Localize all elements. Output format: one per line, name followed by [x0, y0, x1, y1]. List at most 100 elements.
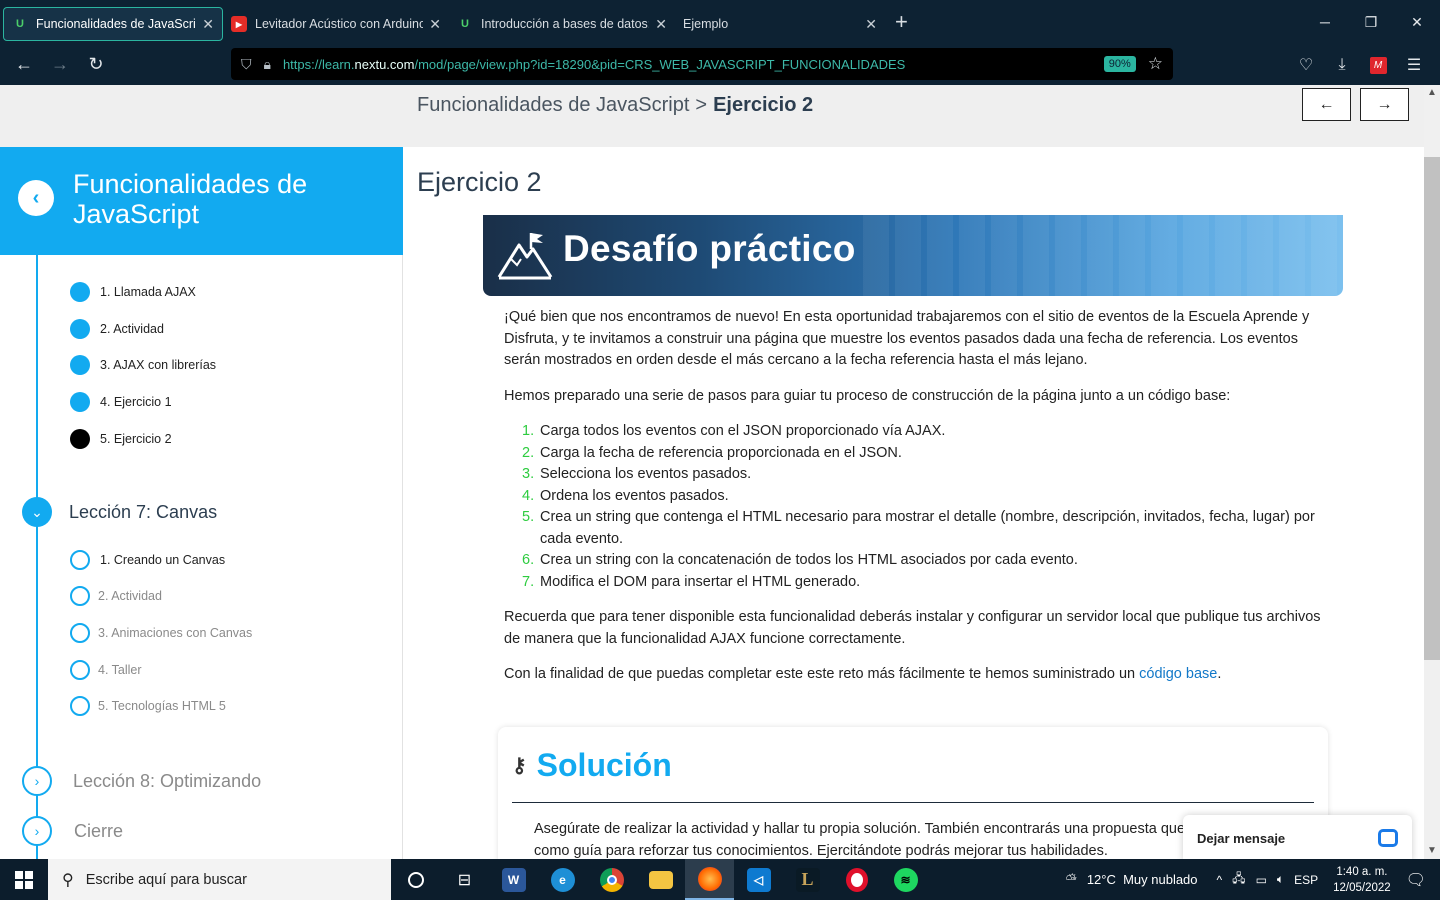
clock[interactable]: 1:40 a. m. 12/05/2022 [1333, 864, 1391, 896]
zoom-badge[interactable]: 90% [1103, 56, 1136, 72]
reload-icon[interactable]: ↻ [78, 54, 114, 75]
breadcrumb-course[interactable]: Funcionalidades de JavaScript [417, 94, 689, 116]
web-page: Funcionalidades de JavaScript > Ejercicio … [0, 85, 1440, 859]
volume-icon[interactable]: 🔈︎ [1277, 872, 1284, 887]
notification-icon[interactable]: 🗨︎ [1406, 870, 1426, 890]
tab-bases-de-datos[interactable]: U Introducción a bases de datos: F ✕ [449, 7, 675, 41]
chevron-down-icon: ⌄ [22, 497, 52, 527]
pending-dot-icon [70, 586, 90, 606]
sidebar-item-actividad[interactable]: 2. Actividad [70, 319, 164, 339]
firefox-icon[interactable] [685, 859, 734, 900]
download-icon[interactable]: ⤓ [1324, 56, 1360, 74]
minimize-icon[interactable]: ─ [1302, 14, 1348, 30]
close-icon[interactable]: ✕ [202, 16, 214, 33]
pending-dot-icon [70, 623, 90, 643]
extension-icon[interactable]: M [1360, 55, 1396, 74]
browser-navbar: ← → ↻ ⛉ 🔒︎ https://learn.nextu.com/mod/p… [0, 44, 1440, 85]
scroll-down-icon[interactable]: ▼ [1424, 845, 1440, 856]
sidebar-item-ejercicio-2[interactable]: 5. Ejercicio 2 [70, 429, 172, 449]
solution-text: Asegúrate de realizar la actividad y hal… [534, 821, 1273, 859]
toolbar-icons: ♡ ⤓ M ☰ [1288, 44, 1432, 85]
sidebar-item-label: 3. AJAX con librerías [100, 358, 217, 372]
scroll-up-icon[interactable]: ▲ [1424, 87, 1440, 98]
word-icon[interactable]: W [489, 859, 538, 900]
solution-title: Solución [536, 747, 672, 783]
chevron-up-icon[interactable]: ^ [1217, 873, 1223, 887]
sidebar-item-llamada-ajax[interactable]: 1. Llamada AJAX [70, 282, 196, 302]
cortana-icon[interactable] [391, 859, 440, 900]
sidebar-item-label: 1. Creando un Canvas [100, 553, 226, 567]
u-icon: U [461, 18, 469, 30]
sidebar-item-animaciones[interactable]: 3. Animaciones con Canvas [70, 623, 252, 643]
scrollbar-thumb[interactable] [1424, 157, 1440, 660]
chat-widget[interactable]: Dejar mensaje [1183, 815, 1412, 859]
weather-text[interactable]: 12°C Muy nublado [1087, 872, 1198, 887]
steps-intro: Hemos preparado una serie de pasos para … [504, 387, 1231, 404]
divider [512, 802, 1314, 803]
chrome-icon[interactable] [587, 859, 636, 900]
tab-ejemplo[interactable]: Ejemplo ✕ [675, 7, 885, 41]
vscode-icon[interactable]: ◁ [734, 859, 783, 900]
lesson-7-header[interactable]: ⌄ Lección 7: Canvas [22, 497, 217, 527]
list-item: 2. Carga la fecha de referencia proporcio… [522, 444, 902, 461]
taskbar-search[interactable]: ⚲ Escribe aquí para buscar [48, 859, 391, 900]
reminder-paragraph: Recuerda que para tener disponible esta … [504, 609, 1321, 647]
shield-icon[interactable]: ⛉ [241, 56, 252, 73]
base-code-paragraph: Con la finalidad de que puedas completar… [504, 666, 1222, 682]
closing-header[interactable]: › Cierre [22, 816, 123, 846]
restore-icon[interactable]: ❐ [1348, 14, 1394, 31]
file-explorer-icon[interactable] [636, 859, 685, 900]
completed-dot-icon [70, 319, 90, 339]
close-icon[interactable]: ✕ [429, 16, 441, 33]
language-indicator[interactable]: ESP [1294, 873, 1318, 887]
edge-icon[interactable]: e [538, 859, 587, 900]
lesson-8-header[interactable]: › Lección 8: Optimizando [22, 766, 261, 796]
solution-header[interactable]: ⚷ Solución [512, 747, 672, 784]
url-text[interactable]: https://learn.nextu.com/mod/page/view.ph… [283, 57, 1104, 72]
sidebar-item-ajax-librerias[interactable]: 3. AJAX con librerías [70, 355, 216, 375]
list-item: 5. Crea un string que contenga el HTML ne… [522, 509, 1315, 547]
chevron-right-icon: › [22, 766, 52, 796]
address-bar[interactable]: ⛉ 🔒︎ https://learn.nextu.com/mod/page/vi… [231, 48, 1173, 80]
weather-cloud-icon[interactable]: ⛅︎ [1066, 871, 1077, 888]
base-code-link[interactable]: código base [1139, 666, 1217, 682]
league-icon[interactable]: L [783, 859, 832, 900]
tab-levitador[interactable]: ▶ Levitador Acústico con Arduino ✕ [223, 7, 449, 41]
tab-funcionalidades[interactable]: U Funcionalidades de JavaScript | N ✕ [3, 7, 223, 41]
opera-icon[interactable] [832, 859, 881, 900]
close-icon[interactable]: ✕ [655, 16, 667, 33]
spotify-icon[interactable]: ≋ [881, 859, 930, 900]
pocket-icon[interactable]: ♡ [1288, 55, 1324, 75]
sidebar-item-actividad-canvas[interactable]: 2. Actividad [70, 586, 162, 606]
sidebar-item-html5[interactable]: 5. Tecnologías HTML 5 [70, 696, 226, 716]
pending-dot-icon [70, 550, 90, 570]
close-icon[interactable]: ✕ [865, 16, 877, 33]
keyboard-background [863, 215, 1343, 296]
sidebar-item-ejercicio-1[interactable]: 4. Ejercicio 1 [70, 392, 172, 412]
breadcrumb-separator: > [695, 94, 708, 116]
intro-paragraph: ¡Qué bien que nos encontramos de nuevo! … [504, 309, 1310, 368]
back-icon[interactable]: ← [6, 54, 42, 75]
display-icon[interactable]: ▭ [1256, 873, 1267, 887]
forward-icon[interactable]: → [42, 54, 78, 75]
chevron-left-icon[interactable]: ‹ [18, 180, 54, 216]
task-view-icon[interactable]: ⊟ [440, 859, 489, 900]
pending-dot-icon [70, 696, 90, 716]
sidebar-item-label: 5. Tecnologías HTML 5 [98, 699, 226, 713]
list-item: 3. Selecciona los eventos pasados. [522, 466, 752, 482]
network-icon[interactable]: 🖧︎ [1232, 869, 1245, 890]
lock-icon[interactable]: 🔒︎ [264, 56, 271, 73]
new-tab-button[interactable]: + [895, 9, 908, 35]
sidebar-item-label: 2. Actividad [98, 589, 162, 603]
clock-time: 1:40 a. m. [1336, 865, 1388, 878]
sidebar-item-creando-canvas[interactable]: 1. Creando un Canvas [70, 550, 225, 570]
prev-page-button[interactable]: ← [1302, 88, 1351, 121]
windows-start-icon[interactable] [0, 870, 48, 889]
menu-icon[interactable]: ☰ [1396, 55, 1432, 75]
close-window-icon[interactable]: ✕ [1394, 14, 1440, 31]
search-icon: ⚲ [62, 871, 74, 889]
next-page-button[interactable]: → [1360, 88, 1409, 121]
bookmark-star-icon[interactable]: ☆ [1148, 54, 1163, 74]
tab-title: Introducción a bases de datos: F [481, 17, 650, 31]
sidebar-item-taller[interactable]: 4. Taller [70, 660, 142, 680]
